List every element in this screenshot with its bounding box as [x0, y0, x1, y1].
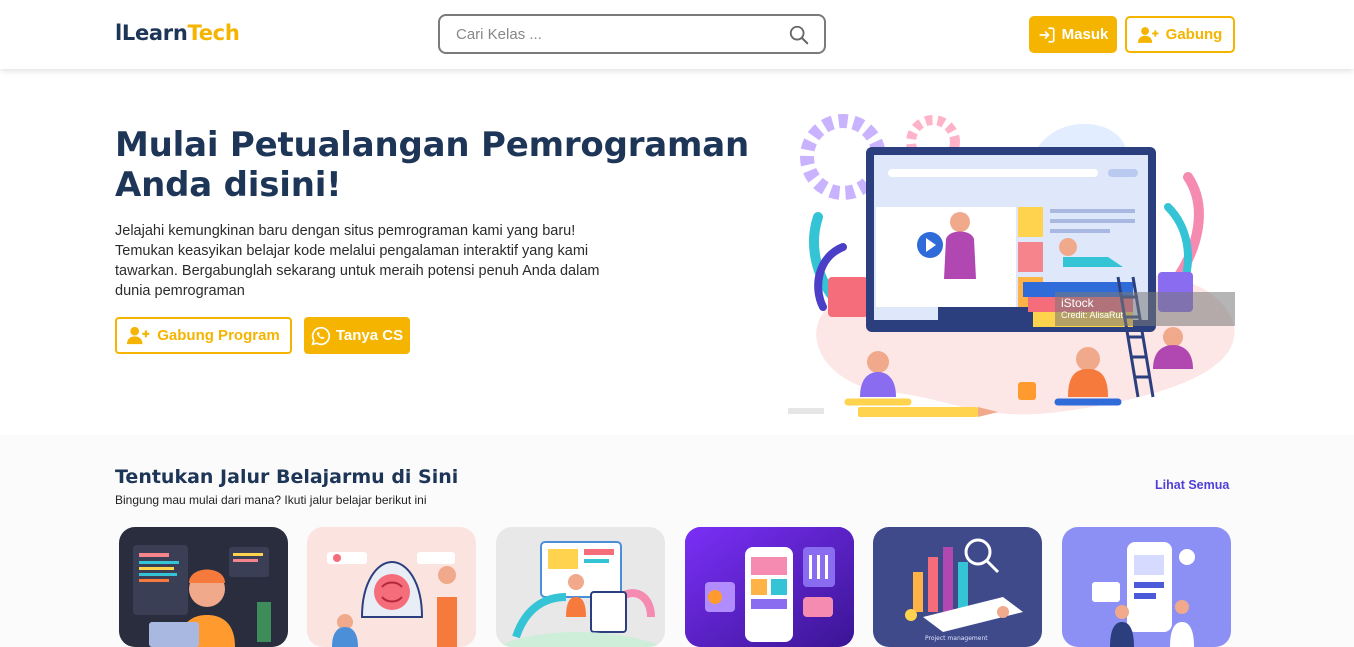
- navbar: lLearnTech Masuk Gabung: [0, 0, 1354, 69]
- add-user-icon: [1137, 26, 1159, 43]
- add-user-icon: [127, 326, 150, 345]
- paths-subtitle: Bingung mau mulai dari mana? Ikuti jalur…: [115, 493, 427, 507]
- path-card-3-image: [496, 527, 665, 647]
- credit-brand: iStock: [1061, 296, 1094, 310]
- hero-section: Mulai Petualangan Pemrograman Anda disin…: [0, 69, 1354, 435]
- path-card-2[interactable]: [307, 527, 476, 647]
- credit-text: Credit: AlisaRut: [1061, 310, 1124, 320]
- hero-description: Jelajahi kemungkinan baru dengan situs p…: [115, 223, 600, 299]
- path-card-1[interactable]: [119, 527, 288, 647]
- whatsapp-icon: [311, 326, 330, 346]
- path-card-6[interactable]: [1062, 527, 1231, 647]
- paths-title: Tentukan Jalur Belajarmu di Sini: [115, 466, 459, 488]
- logo[interactable]: lLearnTech: [115, 21, 240, 45]
- logo-part-2: Tech: [187, 21, 240, 45]
- search-input[interactable]: [456, 24, 776, 44]
- path-card-4-image: [685, 527, 854, 647]
- image-id-strip: [788, 408, 824, 414]
- hero-title: Mulai Petualangan Pemrograman Anda disin…: [115, 125, 749, 205]
- login-button[interactable]: Masuk: [1029, 16, 1117, 53]
- join-button[interactable]: Gabung: [1125, 16, 1235, 53]
- path-card-5-image: Project management: [873, 527, 1042, 647]
- see-all-link[interactable]: Lihat Semua: [1155, 478, 1229, 492]
- hero-illustration: [800, 114, 1235, 417]
- logo-part-1: lLearn: [115, 21, 188, 45]
- search-icon[interactable]: [788, 24, 810, 46]
- path-card-6-image: [1062, 527, 1231, 647]
- image-credit: iStock Credit: AlisaRut: [1055, 292, 1235, 326]
- join-program-label: Gabung Program: [157, 327, 280, 344]
- login-label: Masuk: [1061, 26, 1109, 43]
- path-card-2-image: [307, 527, 476, 647]
- path-card-5[interactable]: Project management: [873, 527, 1042, 647]
- path-card-4[interactable]: [685, 527, 854, 647]
- ask-cs-label: Tanya CS: [335, 327, 404, 344]
- ask-cs-button[interactable]: Tanya CS: [304, 317, 410, 354]
- search-box: [438, 14, 826, 54]
- path-card-1-image: [119, 527, 288, 647]
- join-program-button[interactable]: Gabung Program: [115, 317, 292, 354]
- path-card-3[interactable]: [496, 527, 665, 647]
- join-label: Gabung: [1165, 26, 1223, 43]
- login-icon: [1039, 26, 1055, 43]
